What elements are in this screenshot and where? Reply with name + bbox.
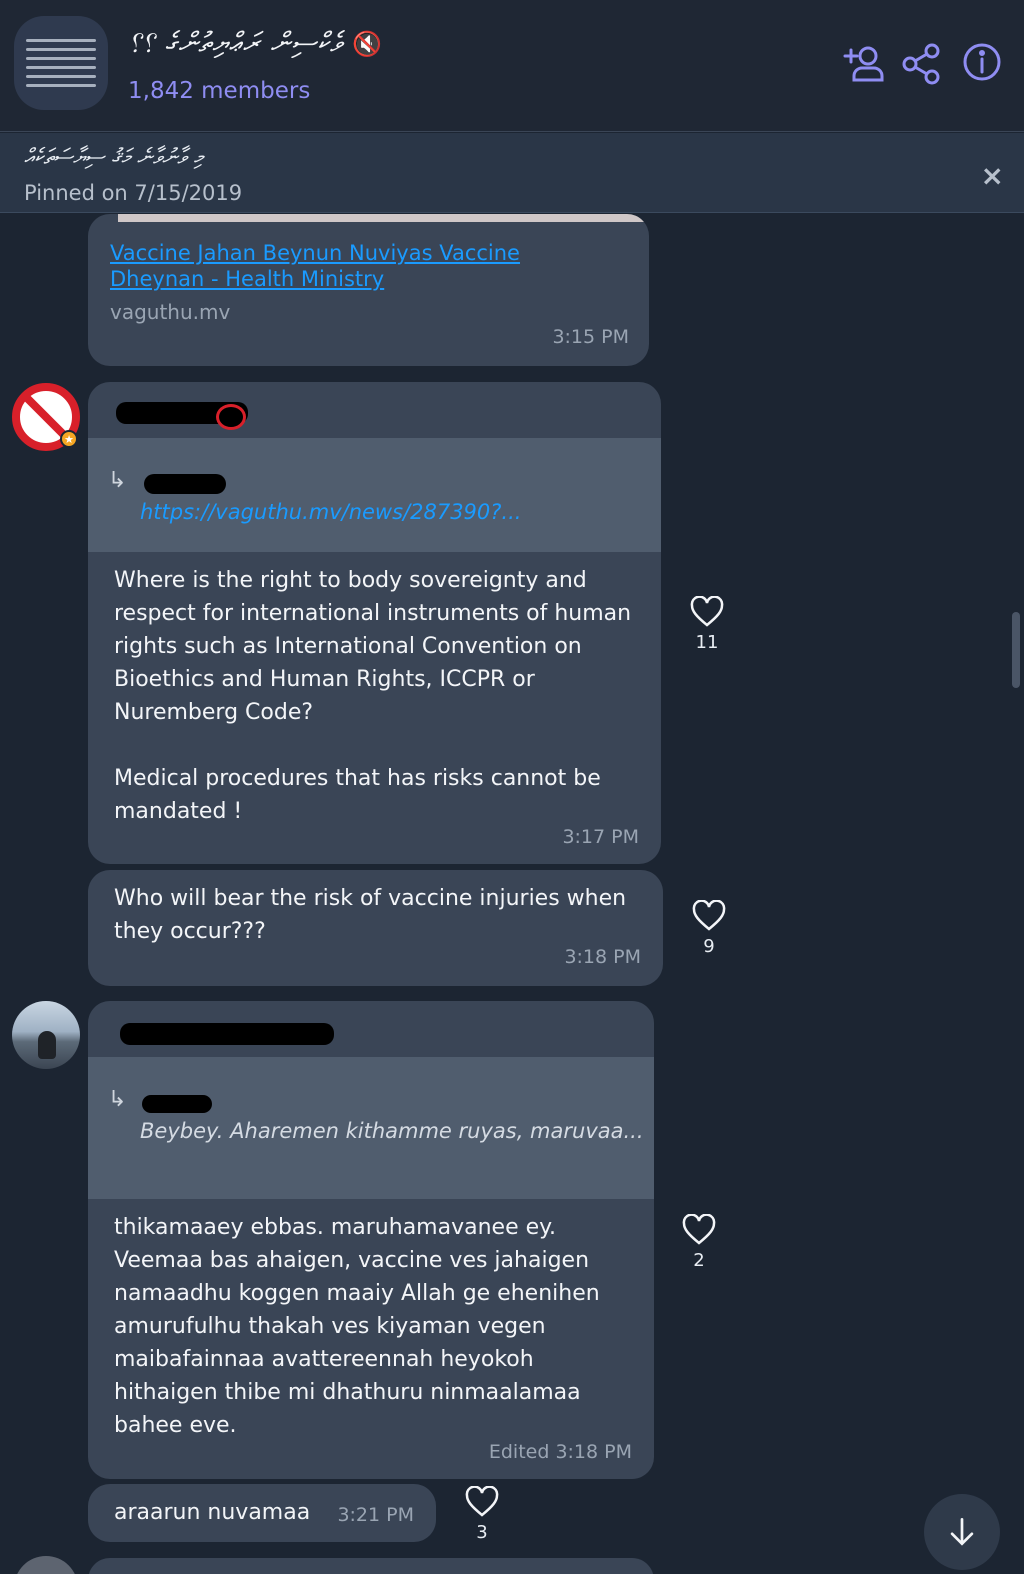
link-preview-title[interactable]: Vaccine Jahan Beynun Nuviyas Vaccine Dhe… [110,240,570,292]
message-bubble[interactable] [88,1558,654,1574]
reply-preview[interactable]: ↳ Beybey. Aharemen kithamme ruyas, maruv… [88,1057,654,1199]
reaction-count: 9 [703,936,715,957]
add-member-icon[interactable] [842,42,886,86]
reaction-count: 2 [693,1250,705,1271]
message-bubble[interactable]: araarun nuvamaa 3:21 PM [88,1484,436,1542]
message-bubble[interactable]: Who will bear the risk of vaccine injuri… [88,870,663,986]
reaction-count: 11 [695,632,719,653]
scrollbar-thumb[interactable] [1012,612,1020,688]
sender-name[interactable] [88,382,661,438]
sender-avatar[interactable] [12,1001,80,1069]
reply-arrow-icon: ↳ [108,468,127,493]
reaction-count: 3 [476,1522,488,1543]
like-reaction[interactable]: 9 [689,899,729,957]
heart-icon [692,899,726,931]
pinned-message-bar[interactable]: މި ވާނުވާނެ މަޤު ސިޔާސަތަކެއް Pinned on … [0,133,1024,213]
message-time: 3:17 PM [562,826,639,848]
member-count[interactable]: 1,842 members [128,78,310,104]
link-preview-image [118,214,648,222]
arrow-down-icon [950,1518,974,1546]
group-title[interactable]: ވެކްސިން ރަޢްޔިތުންގެ ؟؟ 🔇 [128,26,383,60]
sender-name[interactable] [88,1001,654,1057]
admin-star-icon: ★ [60,430,78,448]
group-avatar[interactable] [14,16,108,110]
share-icon[interactable] [900,42,944,86]
message-time: Edited 3:18 PM [488,1441,632,1463]
sender-avatar[interactable] [14,1556,78,1574]
pinned-text: މި ވާނުވާނެ މަޤު ސިޔާސަތަކެއް [24,145,204,170]
redacted-badge [216,404,246,430]
like-reaction[interactable]: 2 [679,1213,719,1271]
info-icon[interactable] [960,42,1004,86]
message-text: thikamaaey ebbas. maruhamavanee ey. Veem… [114,1215,600,1438]
message-text: araarun nuvamaa [114,1500,311,1525]
chat-header: ވެކްސިން ރަޢްޔިތުންގެ ؟؟ 🔇 1,842 members [0,0,1024,132]
message-text: Where is the right to body sovereignty a… [114,568,632,824]
reply-quote: Beybey. Aharemen kithamme ruyas, maruvaa… [140,1119,644,1143]
close-pinned-button[interactable]: × [981,159,1004,192]
reply-link[interactable]: https://vaguthu.mv/news/287390?... [140,500,521,524]
reply-arrow-icon: ↳ [108,1087,127,1112]
redacted-reply-author [142,1095,212,1113]
heart-icon [690,595,724,627]
message-bubble[interactable]: ↳ https://vaguthu.mv/news/287390?... Whe… [88,382,661,864]
heart-icon [682,1213,716,1245]
pinned-date: Pinned on 7/15/2019 [24,181,243,205]
redacted-reply-author [144,474,226,494]
heart-icon [465,1485,499,1517]
link-preview-message[interactable]: Vaccine Jahan Beynun Nuviyas Vaccine Dhe… [88,214,649,366]
like-reaction[interactable]: 11 [687,595,727,653]
link-preview-domain: vaguthu.mv [110,300,231,324]
mute-icon: 🔇 [352,30,383,58]
message-time: 3:21 PM [337,1504,414,1526]
redacted-name [120,1023,334,1045]
like-reaction[interactable]: 3 [462,1485,502,1543]
message-bubble[interactable]: ↳ Beybey. Aharemen kithamme ruyas, maruv… [88,1001,654,1479]
reply-preview[interactable]: ↳ https://vaguthu.mv/news/287390?... [88,438,661,552]
message-time: 3:18 PM [564,946,641,968]
message-text: Who will bear the risk of vaccine injuri… [114,886,627,944]
group-title-text: ވެކްސިން ރަޢްޔިތުންގެ ؟؟ [128,26,343,59]
message-time: 3:15 PM [552,326,629,348]
scroll-to-bottom-button[interactable] [924,1494,1000,1570]
